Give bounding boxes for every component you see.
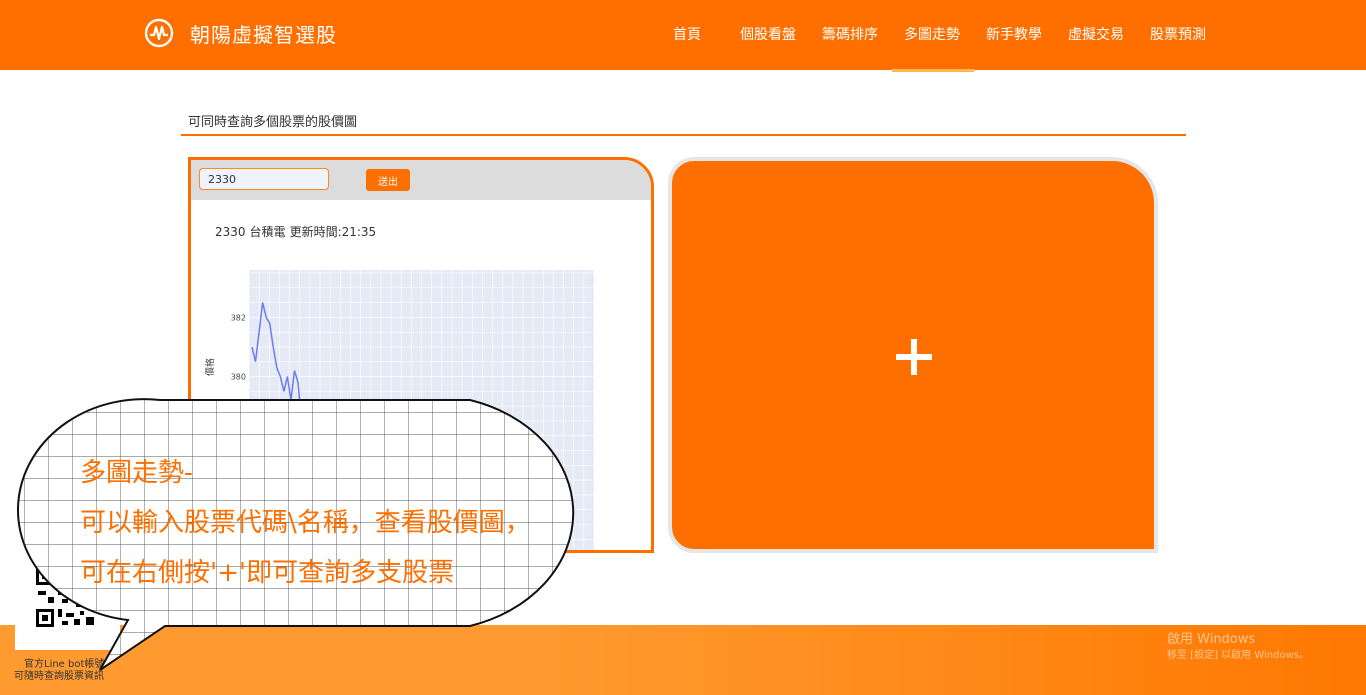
windows-activation-title: 啟用 Windows — [1167, 632, 1256, 647]
y-tick-label: 380 — [231, 373, 246, 382]
stock-name: 台積電 — [249, 225, 286, 239]
section-title: 可同時查詢多個股票的股價圖 — [188, 115, 358, 130]
section-divider — [181, 134, 1186, 136]
windows-activation-subtitle: 移至 [設定] 以啟用 Windows。 — [1167, 650, 1309, 661]
bubble-text-line-3: 可在右側按'+'即可查詢多支股票 — [80, 558, 455, 588]
submit-button[interactable]: 送出 — [366, 169, 410, 191]
nav-item-prediction[interactable]: 股票預測 — [1150, 24, 1206, 44]
nav-item-virtual-trading[interactable]: 虛擬交易 — [1068, 24, 1124, 44]
nav-item-chip-ranking[interactable]: 籌碼排序 — [822, 24, 878, 44]
stock-code: 2330 — [215, 225, 246, 239]
brand-name: 朝陽虛擬智選股 — [190, 22, 337, 47]
nav-item-home[interactable]: 首頁 — [673, 24, 701, 44]
active-nav-indicator — [892, 69, 974, 72]
brand[interactable]: 朝陽虛擬智選股 — [144, 18, 337, 48]
nav-item-stock-view[interactable]: 個股看盤 — [740, 24, 796, 44]
nav-item-multi-chart[interactable]: 多圖走勢 — [904, 24, 960, 44]
y-axis-label: 價格 — [204, 358, 216, 376]
nav-item-tutorial[interactable]: 新手教學 — [986, 24, 1042, 44]
bubble-text-line-1: 多圖走勢- — [80, 458, 193, 488]
card-toolbar: 送出 — [191, 160, 651, 200]
stock-code-input[interactable] — [199, 168, 329, 190]
y-tick-label: 382 — [231, 313, 246, 322]
add-chart-card[interactable] — [668, 157, 1158, 553]
bubble-text-line-2: 可以輸入股票代碼\名稱，查看股價圖， — [80, 508, 531, 538]
plus-icon — [896, 339, 932, 375]
update-time: 更新時間:21:35 — [289, 225, 377, 239]
brand-logo-icon — [144, 18, 174, 48]
stock-info: 2330 台積電 更新時間:21:35 — [215, 223, 380, 240]
top-navigation-bar: 朝陽虛擬智選股 首頁 個股看盤 籌碼排序 多圖走勢 新手教學 虛擬交易 股票預測 — [0, 0, 1366, 70]
